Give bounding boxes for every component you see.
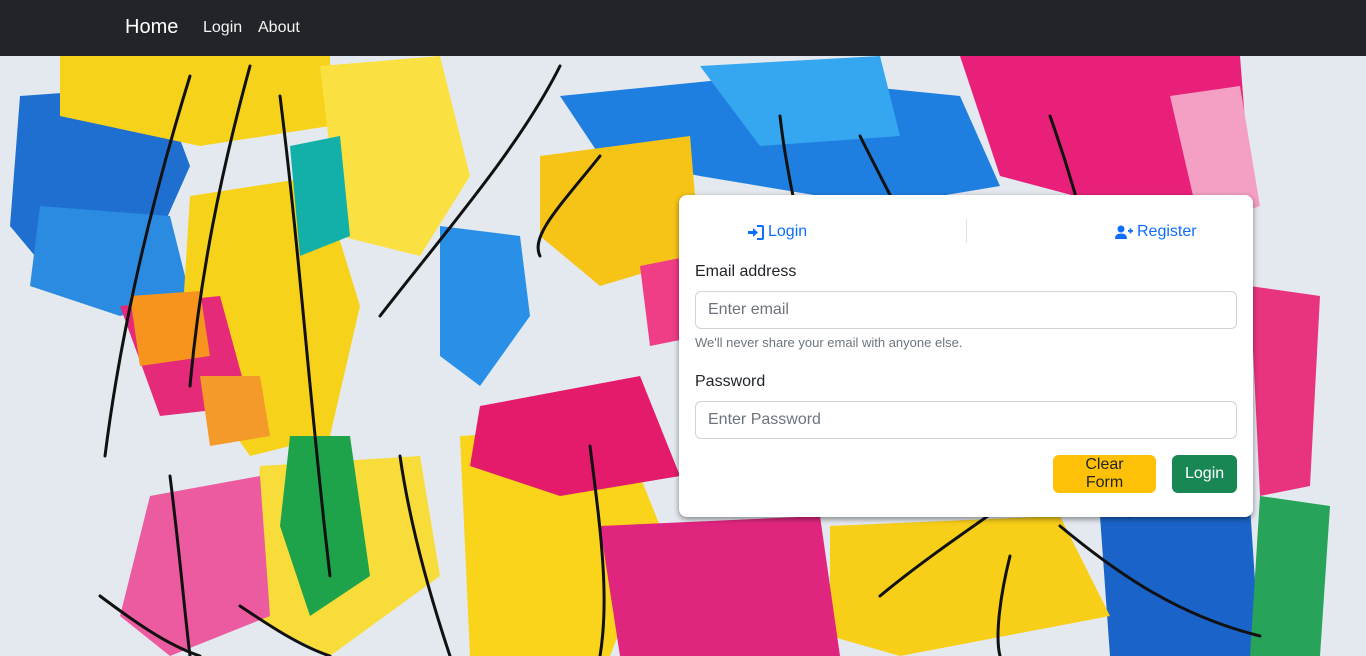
clear-form-button[interactable]: Clear Form [1053, 455, 1156, 493]
tab-divider [966, 219, 967, 243]
tab-login-label: Login [768, 223, 808, 240]
auth-card: Login Register Email address We'll never… [679, 195, 1253, 517]
password-field[interactable] [695, 401, 1237, 439]
email-field[interactable] [695, 291, 1237, 329]
tab-register-label: Register [1137, 223, 1197, 240]
tab-login[interactable]: Login [747, 223, 807, 241]
password-label: Password [695, 373, 766, 390]
nav-brand-home[interactable]: Home [125, 16, 178, 39]
user-plus-icon [1115, 225, 1133, 240]
top-navbar: Home Login About [0, 0, 1366, 56]
nav-link-about[interactable]: About [258, 19, 300, 37]
tab-register[interactable]: Register [1115, 223, 1197, 241]
sign-in-icon [747, 224, 764, 240]
nav-link-login[interactable]: Login [203, 19, 242, 37]
login-button[interactable]: Login [1172, 455, 1237, 493]
email-label: Email address [695, 263, 797, 280]
email-help-text: We'll never share your email with anyone… [695, 335, 963, 350]
